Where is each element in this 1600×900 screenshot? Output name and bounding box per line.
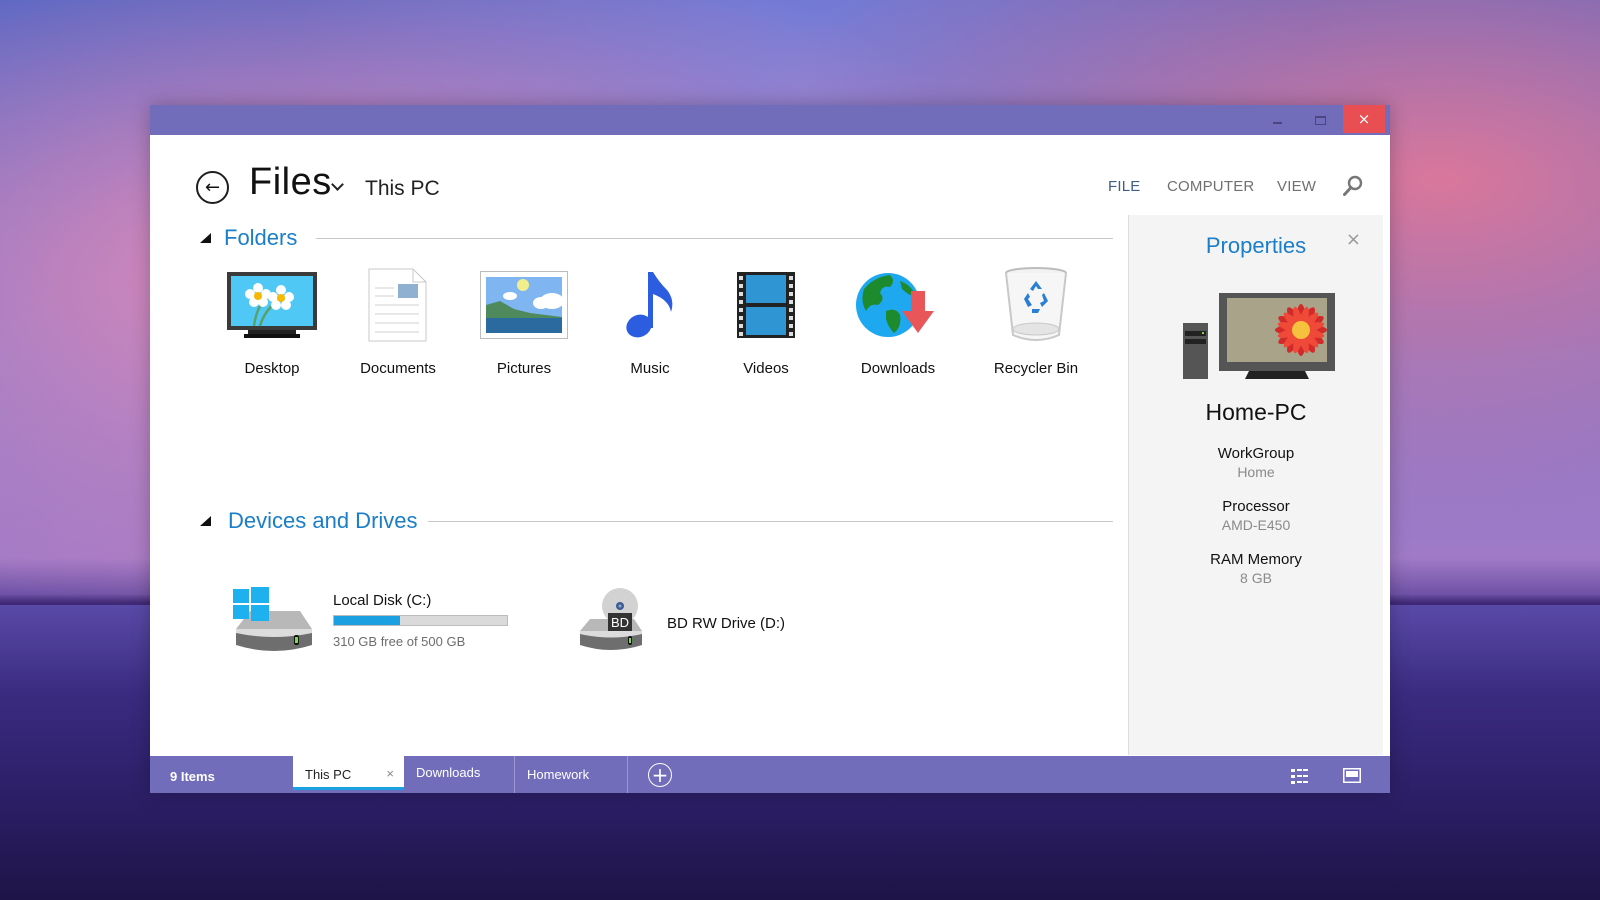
drives-section-header[interactable]: Devices and Drives [200,508,418,534]
picture-icon [480,271,568,339]
folder-grid: Desktop Documents Pictures Music Videos … [212,265,1092,385]
close-button[interactable]: × [1343,105,1385,133]
minimize-button[interactable] [1255,105,1299,135]
section-divider [428,521,1113,522]
property-key: WorkGroup [1217,445,1295,462]
chevron-down-icon[interactable] [331,178,344,191]
drive-name: Local Disk (C:) [333,592,432,609]
tab-downloads[interactable]: Downloads [404,756,515,793]
property-key: RAM Memory [1210,551,1302,568]
computer-icon [1183,293,1335,379]
files-window: × ← Files This PC FILE COMPUTER VIEW Fol… [150,105,1390,793]
folder-label: Recycler Bin [993,360,1079,377]
maximize-button[interactable] [1298,105,1342,135]
properties-title: Properties [1205,233,1307,258]
property-value: 8 GB [1240,570,1272,586]
properties-panel: Properties × Home-PC WorkGroup Home Proc… [1128,215,1383,755]
property-ram: RAM Memory 8 GB [1129,551,1383,586]
property-processor: Processor AMD-E450 [1129,498,1383,533]
drive-d[interactable]: BD BD RW Drive (D:) [576,585,836,660]
music-note-icon [626,272,673,338]
properties-close-button[interactable]: × [1346,229,1361,250]
details-view-icon[interactable] [1291,769,1309,784]
maximize-icon [1314,115,1326,125]
film-strip-icon [737,272,795,338]
menu-view[interactable]: VIEW [1277,178,1316,195]
main-content: Folders Desktop Documents Pictures Music… [150,215,1126,755]
folder-recycle-bin[interactable]: Recycler Bin [976,265,1096,377]
folder-label: Videos [743,360,789,377]
property-value: Home [1237,464,1275,480]
folder-label: Documents [360,360,436,377]
computer-name: Home-PC [1205,399,1307,425]
add-tab-button[interactable]: + [648,763,672,787]
search-icon[interactable] [1342,175,1364,197]
bottom-bar: 9 Items This PC × Downloads Homework + [150,756,1390,793]
drive-usage-fill [334,616,400,625]
collapse-triangle-icon [200,516,212,526]
property-value: AMD-E450 [1221,517,1291,533]
tab-close-icon[interactable]: × [386,766,394,781]
folder-downloads[interactable]: Downloads [838,265,958,377]
item-count: 9 Items [170,769,215,784]
property-workgroup: WorkGroup Home [1129,445,1383,480]
folders-section-title: Folders [224,225,298,250]
tab-label: Downloads [416,765,481,780]
minimize-icon [1272,122,1282,124]
bd-badge: BD [611,615,630,630]
title-bar[interactable]: × [150,105,1390,135]
drive-name: BD RW Drive (D:) [667,615,786,632]
close-icon: × [1357,110,1371,128]
collapse-triangle-icon [200,233,212,243]
document-icon [368,268,427,342]
drives-section-title: Devices and Drives [228,508,418,533]
folder-desktop[interactable]: Desktop [212,265,332,377]
property-key: Processor [1222,498,1290,515]
preview-pane-icon[interactable] [1343,768,1361,783]
desktop-icon [227,272,317,338]
windows-hard-drive-icon [233,587,312,651]
drive-free-space: 310 GB free of 500 GB [333,634,466,649]
folder-pictures[interactable]: Pictures [464,265,584,377]
globe-download-icon [856,273,934,337]
menu-file[interactable]: FILE [1108,178,1140,195]
folder-documents[interactable]: Documents [338,265,458,377]
menu-computer[interactable]: COMPUTER [1167,178,1254,195]
app-title: Files [249,161,332,203]
drive-usage-bar [333,615,508,626]
tab-this-pc[interactable]: This PC × [293,756,404,790]
recycle-bin-icon [1005,267,1067,341]
section-divider [316,238,1113,239]
folder-label: Music [630,360,670,377]
tab-label: This PC [305,767,352,782]
drive-c[interactable]: Local Disk (C:) 310 GB free of 500 GB [230,585,530,660]
folder-music[interactable]: Music [590,265,710,377]
header: ← Files This PC FILE COMPUTER VIEW [150,135,1390,215]
back-arrow-icon: ← [204,177,221,198]
current-location: This PC [365,177,440,200]
plus-icon: + [651,763,669,787]
tab-homework[interactable]: Homework [515,756,628,793]
folder-videos[interactable]: Videos [706,265,826,377]
folder-label: Pictures [496,360,552,377]
folder-label: Desktop [244,360,300,377]
folders-section-header[interactable]: Folders [200,225,297,251]
back-button[interactable]: ← [196,171,229,204]
tab-label: Homework [527,767,590,782]
folder-label: Downloads [860,360,936,377]
